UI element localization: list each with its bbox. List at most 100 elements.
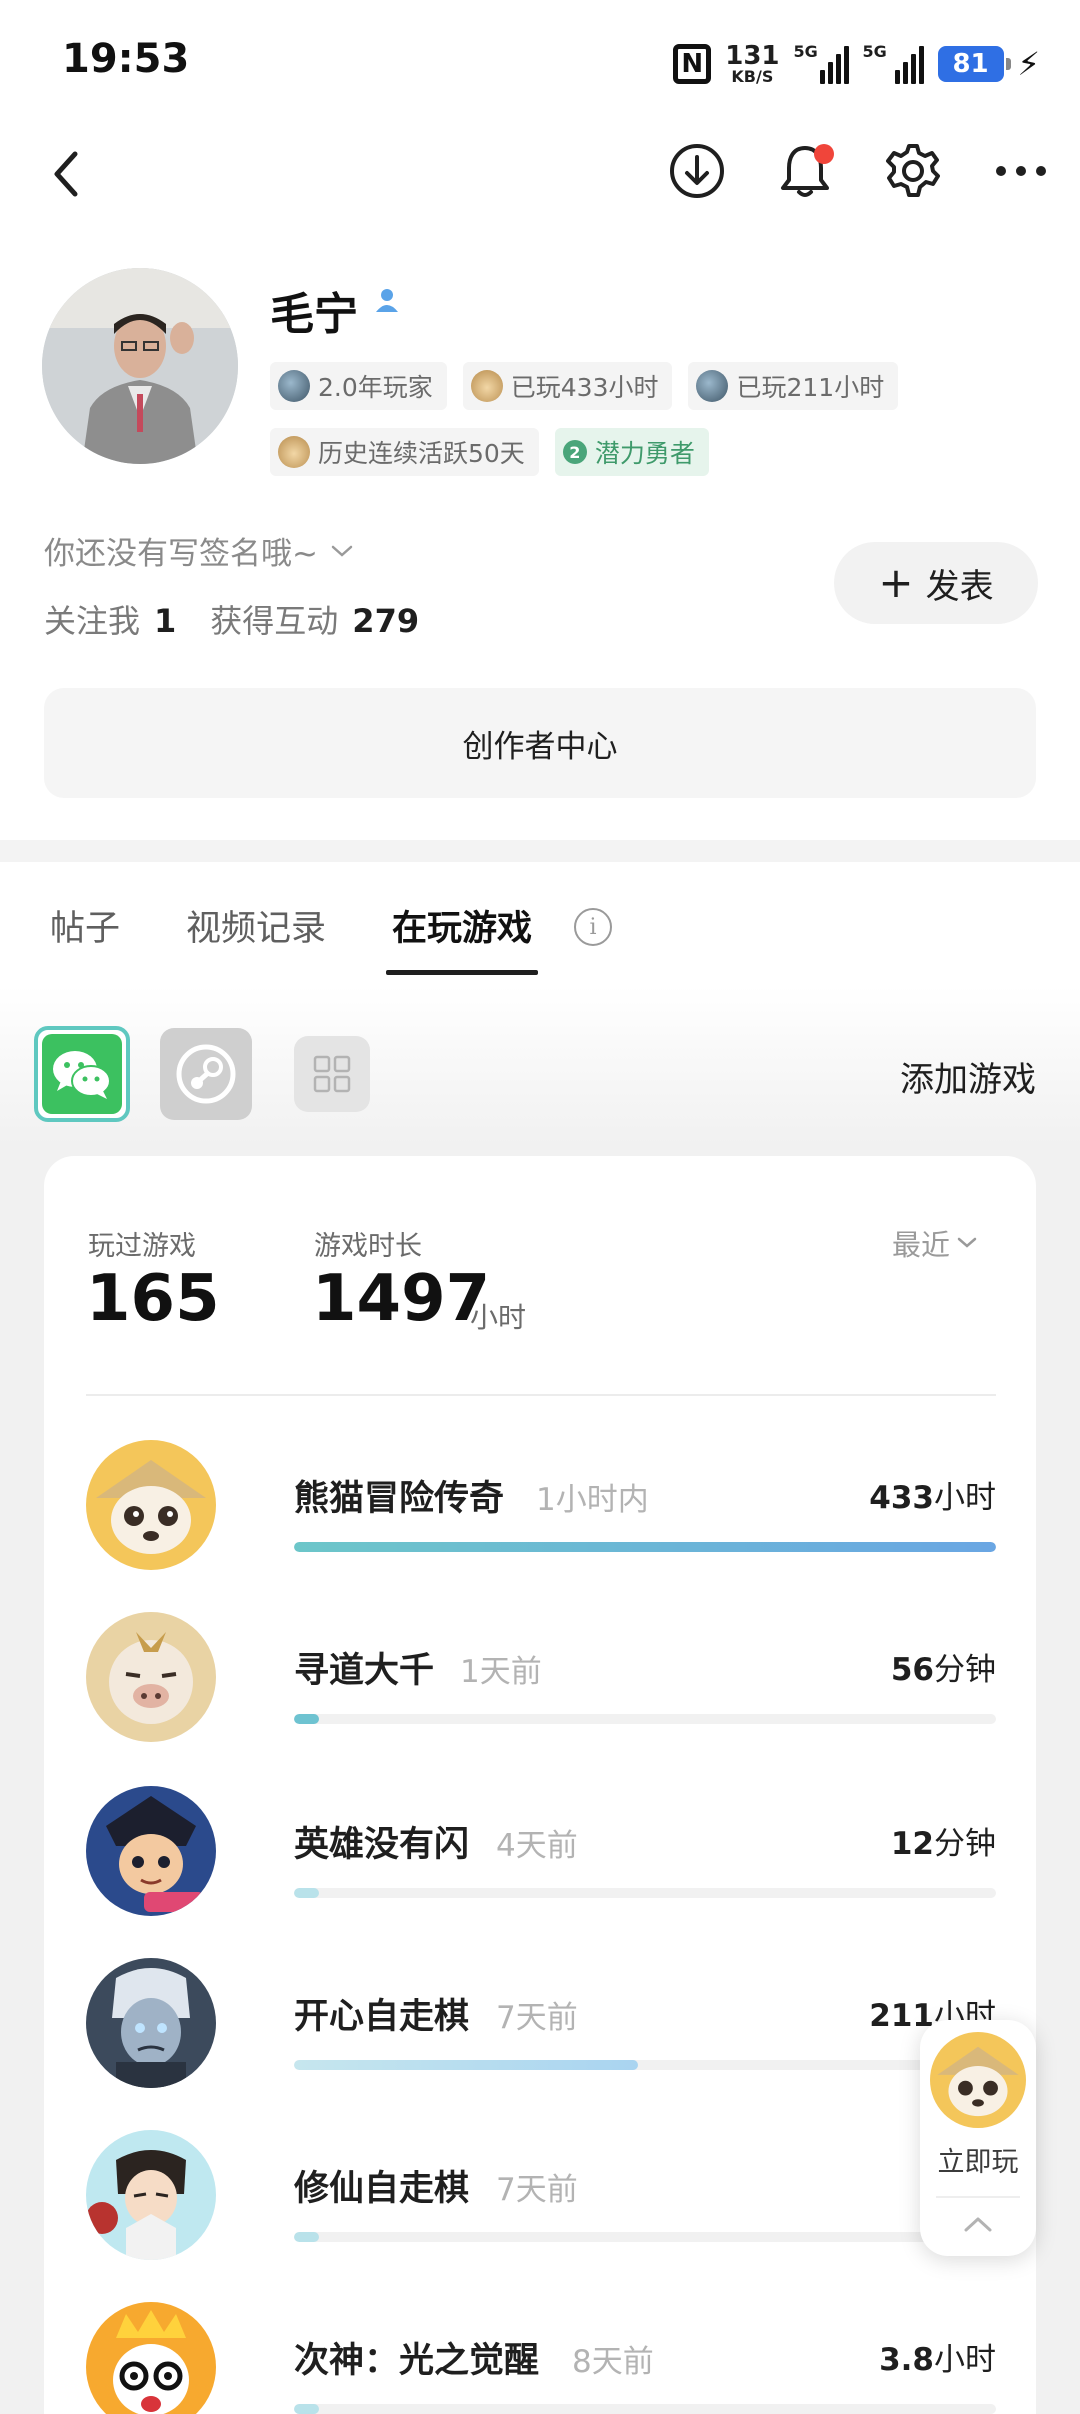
game-name: 寻道大千 [294, 1651, 435, 1691]
settings-button[interactable] [882, 140, 944, 202]
steam-icon [176, 1044, 236, 1104]
badge[interactable]: 已玩211小时 [688, 362, 899, 410]
game-duration-unit: 小时 [934, 2342, 996, 2378]
gear-icon [886, 144, 940, 197]
game-duration-unit: 分钟 [934, 1652, 996, 1688]
game-name: 开心自走棋 [294, 1997, 470, 2037]
more-button[interactable] [990, 140, 1052, 202]
collapse-button[interactable] [958, 2210, 998, 2240]
game-last-played: 1小时内 [536, 1482, 649, 1518]
section-divider [0, 840, 1080, 862]
xiuxian-autochess-game-icon [86, 2130, 216, 2260]
tab-video-records[interactable]: 视频记录 [186, 900, 326, 975]
plus-icon: + [878, 558, 914, 607]
wechat-icon [53, 1051, 111, 1099]
back-button[interactable] [36, 144, 96, 204]
play-duration-label: 游戏时长 [314, 1231, 422, 1262]
game-progress-track [294, 1542, 996, 1552]
game-row[interactable]: 英雄没有闪 4天前 12分钟 [86, 1786, 996, 1926]
badge-label: 潜力勇者 [594, 439, 695, 468]
followers-stat[interactable]: 关注我 1 [44, 596, 176, 642]
avatar[interactable] [42, 268, 238, 464]
platform-other[interactable] [294, 1036, 370, 1112]
badge-list: 2.0年玩家 已玩433小时 已玩211小时 历史连续活跃50天 2 潜力勇者 [270, 362, 950, 476]
nfc-icon: N [673, 44, 712, 84]
signature-text: 你还没有写签名哦~ [44, 536, 318, 572]
badge-label: 已玩433小时 [510, 373, 659, 402]
game-last-played: 7天前 [496, 2172, 578, 2208]
game-duration-value: 433 [869, 1480, 934, 1516]
info-icon[interactable]: i [574, 908, 612, 946]
game-progress-bar [294, 2060, 638, 2070]
game-progress-bar [294, 1542, 996, 1552]
game-progress-track [294, 2060, 996, 2070]
tab-playing-games[interactable]: 在玩游戏 [386, 900, 539, 975]
planet-badge-icon [278, 370, 310, 402]
post-button[interactable]: + 发表 [834, 542, 1038, 624]
network-speed-value: 131 [725, 41, 780, 71]
game-duration-value: 211 [869, 1998, 934, 2034]
panda-adventure-game-icon [86, 1440, 216, 1570]
happy-autochess-game-icon [86, 1958, 216, 2088]
profile-stats: 关注我 1 获得互动 279 [44, 596, 419, 642]
signature[interactable]: 你还没有写签名哦~ [44, 528, 354, 573]
game-name: 英雄没有闪 [294, 1825, 470, 1865]
signal-1-label: 5G [793, 42, 818, 61]
game-progress-bar [294, 2404, 319, 2414]
chevron-up-icon [964, 2217, 992, 2232]
play-duration-value: 1497 [312, 1262, 491, 1336]
game-row[interactable]: 修仙自走棋 7天前 6 [86, 2130, 996, 2270]
hero-no-flash-game-icon [86, 1786, 216, 1916]
game-row[interactable]: 开心自走棋 7天前 211小时 [86, 1958, 996, 2098]
add-game-button[interactable]: 添加游戏 [900, 1052, 1036, 1101]
top-nav [0, 130, 1080, 220]
chevron-down-icon [957, 1237, 977, 1248]
platform-steam[interactable] [160, 1028, 252, 1120]
game-row[interactable]: 寻道大千 1天前 56分钟 [86, 1612, 996, 1752]
sort-label: 最近 [891, 1228, 950, 1262]
cishen-game-icon [86, 2302, 216, 2414]
grid-icon [313, 1055, 351, 1093]
status-bar: 19:53 N 131 KB/S 5G 5G 81 ⚡ [0, 0, 1080, 120]
panda-game-badge-icon [278, 436, 310, 468]
play-now-float[interactable]: 立即玩 [920, 2020, 1036, 2256]
game-row[interactable]: 熊猫冒险传奇 1小时内 433小时 [86, 1440, 996, 1580]
notifications-button[interactable] [774, 140, 836, 202]
profile-tabs: 帖子 视频记录 在玩游戏 [50, 900, 539, 975]
badge[interactable]: 已玩433小时 [462, 362, 673, 410]
xundao-game-icon [86, 1612, 216, 1742]
more-icon [996, 166, 1046, 176]
followers-value: 1 [154, 602, 177, 640]
download-icon [670, 144, 724, 198]
played-games-label: 玩过游戏 [88, 1231, 196, 1262]
game-last-played: 1天前 [460, 1654, 542, 1690]
badge-label: 2.0年玩家 [318, 373, 433, 402]
sort-dropdown[interactable]: 最近 [892, 1222, 978, 1264]
panda-game-badge-icon [470, 370, 503, 402]
game-duration: 433小时 [869, 1472, 996, 1517]
game-row[interactable]: 次神：光之觉醒 8天前 3.8小时 [86, 2302, 996, 2414]
download-button[interactable] [666, 140, 728, 202]
badge-label: 已玩211小时 [736, 373, 885, 402]
badge[interactable]: 历史连续活跃50天 [270, 428, 539, 476]
badge[interactable]: 2.0年玩家 [270, 362, 447, 410]
interactions-label: 获得互动 [210, 602, 339, 640]
game-duration: 56分钟 [891, 1644, 996, 1689]
game-progress-bar [294, 1888, 319, 1898]
notification-dot [814, 144, 834, 164]
platform-wechat[interactable] [34, 1026, 130, 1122]
network-speed-unit: KB/S [731, 67, 774, 86]
chevron-left-icon [54, 151, 78, 197]
interactions-stat: 获得互动 279 [210, 596, 419, 642]
signal-2-icon: 5G [863, 42, 924, 84]
tab-posts[interactable]: 帖子 [50, 900, 120, 975]
game-duration-value: 56 [890, 1652, 934, 1688]
games-card: 玩过游戏 165 游戏时长 1497 小时 最近 熊猫冒险传奇 1小时内 433… [44, 1156, 1036, 2414]
network-speed: 131 KB/S [725, 43, 779, 85]
creator-center-button[interactable]: 创作者中心 [44, 688, 1036, 798]
level-badge-icon: 2 [562, 440, 587, 464]
chevron-down-icon [331, 545, 353, 557]
badge-potential-hero[interactable]: 2 潜力勇者 [554, 428, 709, 476]
game-duration-value: 3.8 [879, 2342, 934, 2378]
interactions-value: 279 [352, 602, 420, 640]
